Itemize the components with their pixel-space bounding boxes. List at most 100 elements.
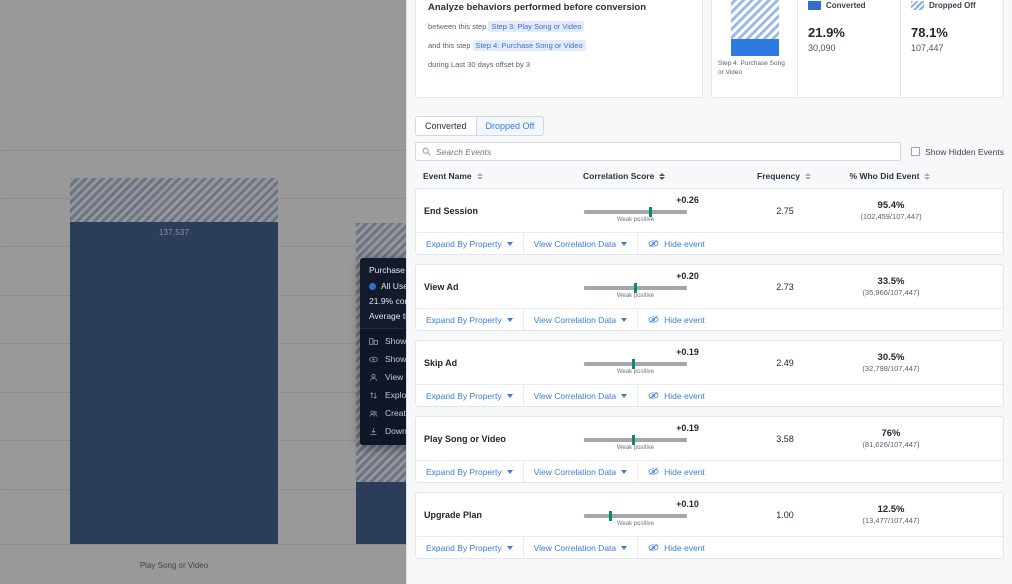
conversion-stats-card: Step 4: Purchase Song or Video Converted… <box>711 0 1004 98</box>
eye-slash-icon <box>648 315 659 324</box>
view-correlation-data-button[interactable]: View Correlation Data <box>524 385 639 406</box>
chevron-down-icon <box>621 470 627 474</box>
mini-bar <box>731 0 779 56</box>
pct-subtext: (13,477/107,447) <box>831 516 951 525</box>
step-chip-3[interactable]: Step 3: Play Song or Video <box>488 21 584 32</box>
pct-subtext: (102,459/107,447) <box>831 212 951 221</box>
correlation-caption: Weak positive <box>584 293 687 299</box>
pct-who-did-cell: 33.5%(35,966/107,447) <box>831 276 951 297</box>
table-row[interactable]: Play Song or Video+0.19Weak positive3.58… <box>415 416 1004 483</box>
tab-converted[interactable]: Converted <box>415 116 477 136</box>
tooltip-title: Purchase Song or Video <box>369 265 410 275</box>
bar-value-label: 137,537 <box>70 228 278 237</box>
column-header-correlation-score[interactable]: Correlation Score <box>583 171 738 181</box>
correlation-score-cell: +0.10Weak positive <box>584 497 739 533</box>
table-row[interactable]: Upgrade Plan+0.10Weak positive1.0012.5%(… <box>415 492 1004 559</box>
dropped-legend-label: Dropped Off <box>929 1 976 10</box>
expand-by-property-button[interactable]: Expand By Property <box>416 385 524 406</box>
mini-bar-dropped <box>731 0 779 39</box>
converted-percent: 21.9% <box>808 25 890 40</box>
table-row[interactable]: Skip Ad+0.19Weak positive2.4930.5%(32,79… <box>415 340 1004 407</box>
query-title: Analyze behaviors performed before conve… <box>428 2 690 13</box>
menu-item-download-users[interactable]: Download users <box>360 422 410 440</box>
view-correlation-data-button[interactable]: View Correlation Data <box>524 309 639 330</box>
event-name-cell: End Session <box>424 206 584 216</box>
hide-event-button[interactable]: Hide event <box>638 309 715 330</box>
expand-by-property-button[interactable]: Expand By Property <box>416 461 524 482</box>
menu-item-create-cohort[interactable]: Create cohort <box>360 404 410 422</box>
frequency-cell: 2.75 <box>739 206 831 216</box>
search-input[interactable] <box>436 147 894 157</box>
query-line-1-prefix: between this step <box>428 22 486 31</box>
pct-who-did-cell: 12.5%(13,477/107,447) <box>831 504 951 525</box>
sort-icon[interactable] <box>924 173 930 180</box>
query-summary-card: Analyze behaviors performed before conve… <box>415 0 703 98</box>
funnel-step-tooltip[interactable]: Purchase Song or Video All Users 21.9% c… <box>360 258 410 445</box>
hide-event-button[interactable]: Hide event <box>638 537 715 558</box>
bar-converted-segment <box>70 222 278 544</box>
tab-dropped-off[interactable]: Dropped Off <box>477 116 545 136</box>
sort-icon[interactable] <box>659 173 665 180</box>
segment-tabs[interactable]: Converted Dropped Off <box>415 116 1004 136</box>
tooltip-average: Average time to convert <box>369 311 410 321</box>
column-header-event-name[interactable]: Event Name <box>423 171 583 181</box>
grid-line <box>0 150 410 151</box>
pct-value: 12.5% <box>831 504 951 515</box>
action-label: View Correlation Data <box>534 239 617 249</box>
chevron-down-icon <box>621 242 627 246</box>
sort-icon[interactable] <box>805 173 811 180</box>
menu-item-show-conversion-trends[interactable]: Show conversion trends <box>360 332 410 350</box>
correlation-score-cell: +0.20Weak positive <box>584 269 739 305</box>
view-correlation-data-button[interactable]: View Correlation Data <box>524 537 639 558</box>
expand-by-property-button[interactable]: Expand By Property <box>416 537 524 558</box>
dropped-swatch-icon <box>911 1 924 10</box>
column-header-frequency[interactable]: Frequency <box>738 171 830 181</box>
menu-item-view-user-paths[interactable]: View user paths <box>360 368 410 386</box>
funnel-bar-play-song-or-video[interactable]: 137,537 <box>70 178 278 544</box>
correlation-track <box>584 514 687 518</box>
correlation-score-cell: +0.19Weak positive <box>584 421 739 457</box>
action-label: Hide event <box>664 467 705 477</box>
dropped-percent: 78.1% <box>911 25 993 40</box>
event-name-cell: View Ad <box>424 282 584 292</box>
show-hidden-events-control[interactable]: Show Hidden Events <box>911 147 1004 157</box>
correlation-track <box>584 210 687 214</box>
chevron-down-icon <box>621 546 627 550</box>
column-label: Correlation Score <box>583 171 654 181</box>
tooltip-menu[interactable]: Show conversion trends Show step details… <box>360 328 410 445</box>
mini-bar-converted <box>731 39 779 56</box>
action-label: Hide event <box>664 239 705 249</box>
pct-value: 30.5% <box>831 352 951 363</box>
step-chip-4[interactable]: Step 4: Purchase Song or Video <box>473 40 586 51</box>
hide-event-button[interactable]: Hide event <box>638 461 715 482</box>
expand-by-property-button[interactable]: Expand By Property <box>416 309 524 330</box>
funnel-chart-background: 137,537 Play Song or Video Purchase Song… <box>0 0 410 584</box>
correlation-score-value: +0.19 <box>584 423 739 433</box>
row-main: Upgrade Plan+0.10Weak positive1.0012.5%(… <box>416 493 1003 536</box>
frequency-cell: 3.58 <box>739 434 831 444</box>
eye-icon <box>369 355 378 364</box>
event-rows-list: End Session+0.26Weak positive2.7595.4%(1… <box>415 188 1004 559</box>
tooltip-conversion: 21.9% conversion <box>369 296 410 306</box>
step-mini-chart: Step 4: Purchase Song or Video <box>712 0 798 97</box>
correlation-score-cell: +0.26Weak positive <box>584 193 739 229</box>
table-row[interactable]: End Session+0.26Weak positive2.7595.4%(1… <box>415 188 1004 255</box>
converted-swatch-icon <box>808 1 821 10</box>
column-header-pct-who-did-event[interactable]: % Who Did Event <box>830 171 950 181</box>
converted-count: 30,090 <box>808 43 890 53</box>
show-hidden-events-checkbox[interactable] <box>911 147 920 156</box>
view-correlation-data-button[interactable]: View Correlation Data <box>524 233 639 254</box>
search-events-box[interactable] <box>415 142 901 161</box>
chevron-down-icon <box>507 394 513 398</box>
table-row[interactable]: View Ad+0.20Weak positive2.7333.5%(35,96… <box>415 264 1004 331</box>
hide-event-button[interactable]: Hide event <box>638 233 715 254</box>
chevron-down-icon <box>621 318 627 322</box>
expand-by-property-button[interactable]: Expand By Property <box>416 233 524 254</box>
view-correlation-data-button[interactable]: View Correlation Data <box>524 461 639 482</box>
sort-icon[interactable] <box>477 173 483 180</box>
dropped-count: 107,447 <box>911 43 993 53</box>
menu-item-explore-behaviors[interactable]: Explore behaviors <box>360 386 410 404</box>
hide-event-button[interactable]: Hide event <box>638 385 715 406</box>
bar-converted-segment <box>356 482 410 544</box>
menu-item-show-step-details[interactable]: Show step details <box>360 350 410 368</box>
